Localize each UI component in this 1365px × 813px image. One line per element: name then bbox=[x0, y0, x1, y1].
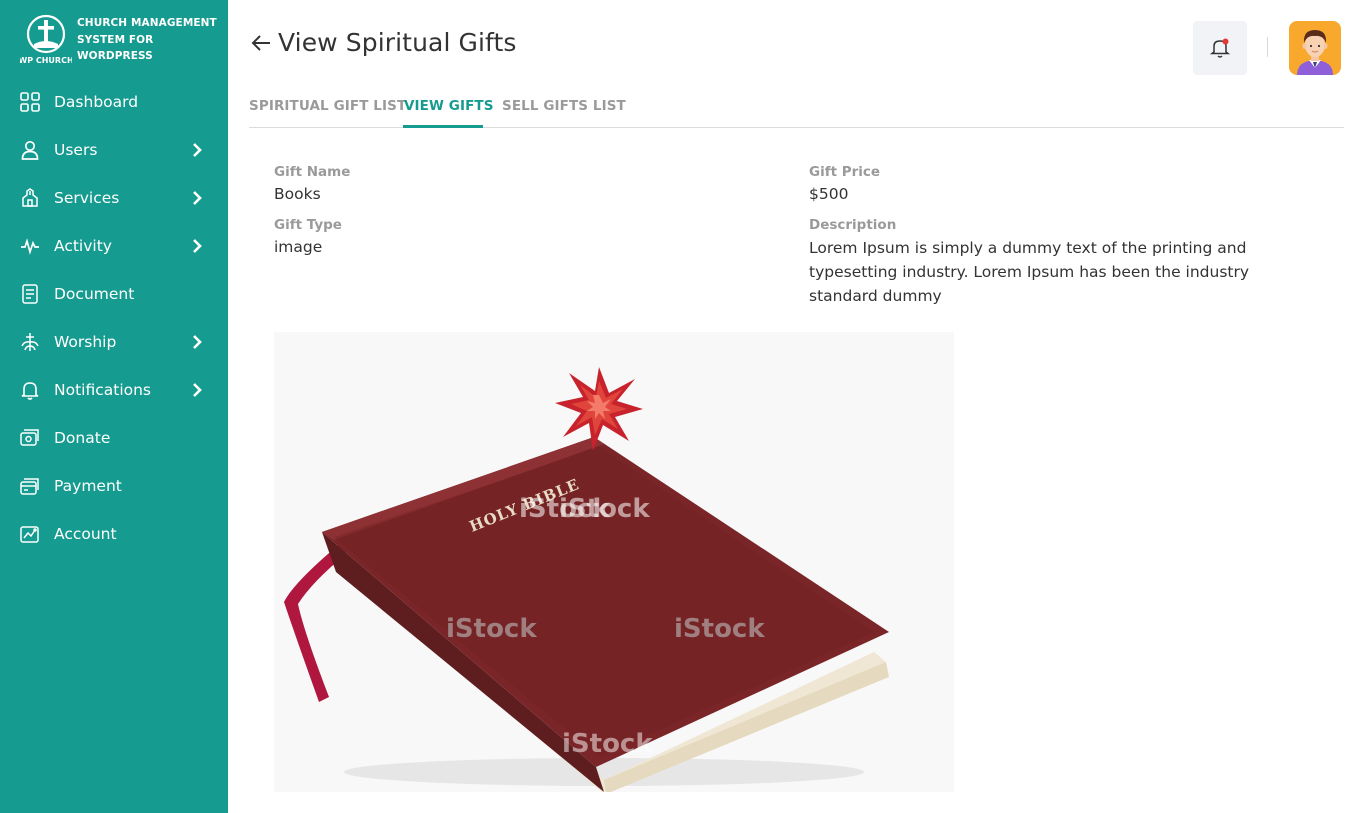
sidebar-item-label: Worship bbox=[54, 333, 117, 351]
watermark-text: iStock bbox=[446, 614, 537, 644]
gift-price-label: Gift Price bbox=[809, 164, 881, 180]
tab-sell-gifts-list[interactable]: SELL GIFTS LIST bbox=[502, 98, 626, 114]
donate-icon bbox=[20, 428, 40, 448]
church-logo-icon: WP CHURCH bbox=[18, 14, 74, 66]
gift-name-value: Books bbox=[274, 185, 321, 203]
worship-icon bbox=[20, 332, 40, 352]
chevron-right-icon bbox=[193, 143, 202, 157]
gift-type-label: Gift Type bbox=[274, 217, 342, 233]
sidebar-item-label: Donate bbox=[54, 429, 111, 447]
page-title: View Spiritual Gifts bbox=[278, 28, 517, 57]
brand-logo-text: WP CHURCH bbox=[20, 56, 72, 65]
services-icon bbox=[20, 188, 40, 208]
brand-line-3: WORDPRESS bbox=[77, 50, 153, 62]
sidebar-item-label: Document bbox=[54, 285, 135, 303]
chevron-right-icon bbox=[193, 383, 202, 397]
brand-name: CHURCH MANAGEMENT SYSTEM FOR WORDPRESS bbox=[77, 15, 217, 65]
sidebar-item-document[interactable]: Document bbox=[0, 270, 228, 318]
brand-line-2: SYSTEM FOR bbox=[77, 33, 154, 46]
sidebar-item-account[interactable]: Account bbox=[0, 510, 228, 558]
watermark-text: iStock bbox=[674, 614, 765, 644]
sidebar-item-dashboard[interactable]: Dashboard bbox=[0, 78, 228, 126]
page-header: View Spiritual Gifts bbox=[250, 28, 517, 57]
sidebar-item-label: Notifications bbox=[54, 381, 152, 399]
tab-view-gifts[interactable]: VIEW GIFTS bbox=[404, 98, 494, 114]
sidebar-item-donate[interactable]: Donate bbox=[0, 414, 228, 462]
sidebar-item-services[interactable]: Services bbox=[0, 174, 228, 222]
sidebar-item-label: Activity bbox=[54, 237, 112, 255]
chevron-right-icon bbox=[193, 191, 202, 205]
activity-icon bbox=[20, 236, 40, 256]
document-icon bbox=[20, 284, 40, 304]
sidebar-item-label: Dashboard bbox=[54, 93, 139, 111]
sidebar: WP CHURCH CHURCH MANAGEMENT SYSTEM FOR W… bbox=[0, 0, 228, 813]
sidebar-item-label: Users bbox=[54, 141, 98, 159]
gift-name-label: Gift Name bbox=[274, 164, 351, 180]
watermark-text: iStock bbox=[559, 494, 650, 524]
tab-bar: SPIRITUAL GIFT LIST VIEW GIFTS SELL GIFT… bbox=[249, 90, 1344, 128]
account-icon bbox=[20, 524, 40, 544]
gift-image: HOLY BIBLE iStock iStock iStock iStock i… bbox=[274, 332, 954, 792]
user-icon bbox=[20, 140, 40, 160]
bell-icon bbox=[20, 380, 40, 400]
sidebar-item-users[interactable]: Users bbox=[0, 126, 228, 174]
gift-price-value: $500 bbox=[809, 185, 849, 203]
sidebar-nav: Dashboard Users Services Activity Docume… bbox=[0, 78, 228, 558]
back-arrow-icon[interactable] bbox=[250, 32, 272, 54]
sidebar-item-notifications[interactable]: Notifications bbox=[0, 366, 228, 414]
sidebar-item-label: Payment bbox=[54, 477, 122, 495]
description-value: Lorem Ipsum is simply a dummy text of th… bbox=[809, 239, 1250, 305]
notification-button[interactable] bbox=[1193, 21, 1247, 75]
notification-dot bbox=[1222, 38, 1229, 45]
bell-icon bbox=[1210, 38, 1230, 58]
chevron-right-icon bbox=[193, 335, 202, 349]
gift-type-value: image bbox=[274, 238, 323, 256]
sidebar-item-activity[interactable]: Activity bbox=[0, 222, 228, 270]
sidebar-item-worship[interactable]: Worship bbox=[0, 318, 228, 366]
sidebar-item-label: Account bbox=[54, 525, 117, 543]
watermark-text: iStock bbox=[562, 729, 653, 759]
active-tab-indicator bbox=[403, 125, 483, 128]
description-label: Description bbox=[809, 217, 897, 233]
tab-spiritual-gift-list[interactable]: SPIRITUAL GIFT LIST bbox=[249, 98, 406, 114]
brand[interactable]: WP CHURCH CHURCH MANAGEMENT SYSTEM FOR W… bbox=[18, 14, 217, 66]
avatar[interactable] bbox=[1289, 21, 1341, 75]
payment-icon bbox=[20, 476, 40, 496]
sidebar-item-label: Services bbox=[54, 189, 120, 207]
chevron-right-icon bbox=[193, 239, 202, 253]
header-divider bbox=[1267, 37, 1268, 57]
sidebar-item-payment[interactable]: Payment bbox=[0, 462, 228, 510]
dashboard-icon bbox=[20, 92, 40, 112]
brand-line-1: CHURCH MANAGEMENT bbox=[77, 17, 217, 29]
